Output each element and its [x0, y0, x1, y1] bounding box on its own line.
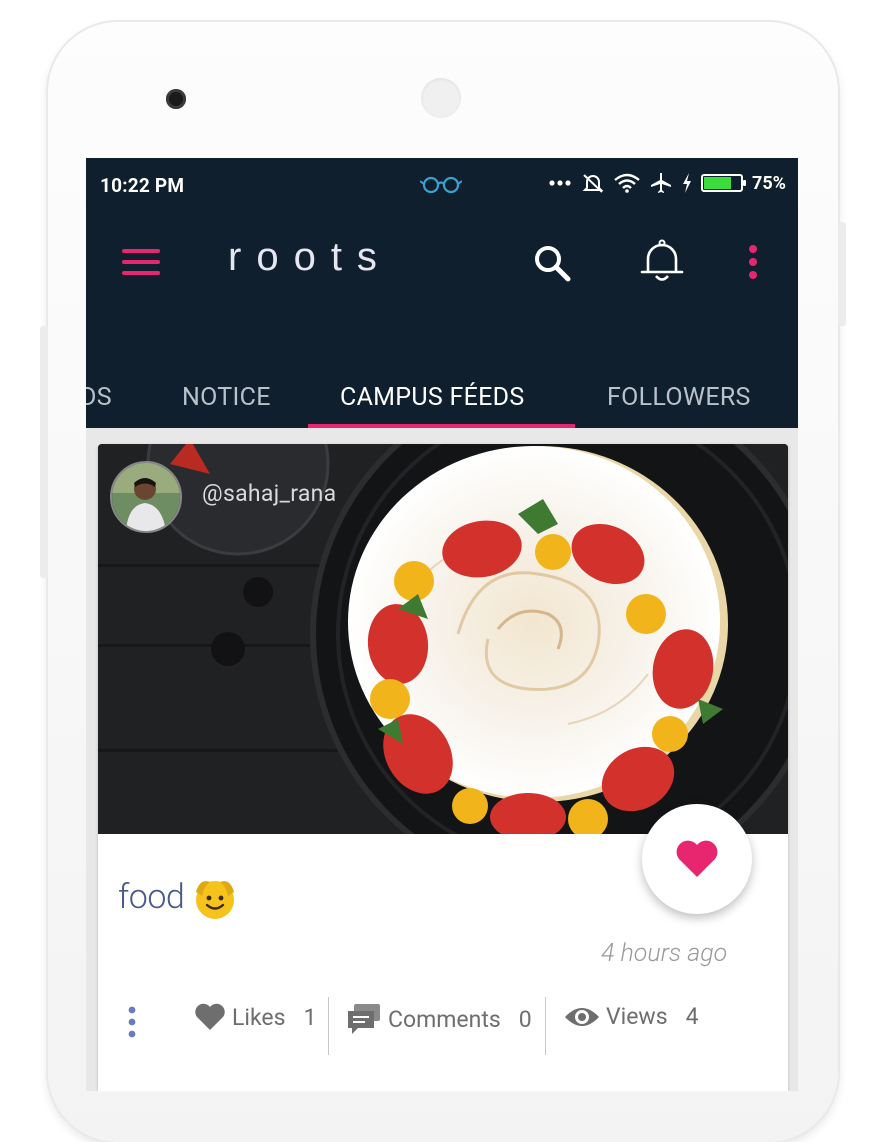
- more-notifications-icon: [549, 180, 571, 186]
- tab-indicator: [308, 424, 575, 428]
- post-caption: food: [118, 877, 185, 917]
- app-title: roots: [228, 235, 392, 279]
- smiley-emoji-icon: [196, 881, 234, 919]
- action-divider: [328, 997, 329, 1055]
- views-count: 4: [685, 1003, 699, 1030]
- battery-fill: [704, 177, 732, 189]
- search-icon[interactable]: [532, 243, 572, 283]
- proximity-sensor: [421, 78, 461, 118]
- power-button: [838, 222, 846, 326]
- status-icons: 75%: [548, 172, 786, 194]
- tab-prev[interactable]: DS: [86, 383, 112, 412]
- glasses-icon: [420, 176, 462, 194]
- likes-action[interactable]: Likes 1: [194, 1003, 316, 1031]
- post-timestamp: 4 hours ago: [601, 939, 728, 968]
- post-username[interactable]: @sahaj_rana: [202, 480, 336, 507]
- heart-icon: [676, 840, 718, 877]
- tab-followers[interactable]: FOLLOWERS: [607, 383, 751, 412]
- app-bar: roots DS NOTICE CAMPUS FÉEDS FOLLOWERS: [86, 213, 798, 428]
- vibrate-off-icon: [582, 174, 604, 193]
- tab-bar: DS NOTICE CAMPUS FÉEDS FOLLOWERS: [86, 353, 798, 428]
- volume-button: [40, 326, 48, 578]
- wifi-icon: [614, 173, 640, 193]
- likes-count: 1: [303, 1003, 317, 1031]
- post-actions: Likes 1 Comments 0 Views 4: [98, 989, 788, 1059]
- comments-label: Comments: [388, 1005, 501, 1033]
- front-camera: [166, 89, 186, 109]
- comments-count: 0: [518, 1005, 532, 1033]
- comments-action[interactable]: Comments 0: [346, 1003, 532, 1035]
- airplane-mode-icon: [651, 173, 672, 193]
- tab-campus-feeds[interactable]: CAMPUS FÉEDS: [340, 383, 525, 412]
- charging-icon: [683, 173, 692, 193]
- comment-icon: [348, 1004, 380, 1034]
- battery-percent: 75%: [752, 172, 786, 194]
- hamburger-menu-icon[interactable]: [122, 247, 162, 279]
- screen: 10:22 PM 75% roots DS NOTICE CAMPUS FÉED…: [86, 158, 798, 1091]
- status-time: 10:22 PM: [100, 174, 185, 197]
- like-button[interactable]: [642, 804, 752, 914]
- status-bar: 10:22 PM 75%: [86, 158, 798, 213]
- avatar[interactable]: [110, 461, 182, 533]
- post-image[interactable]: @sahaj_rana: [98, 444, 788, 834]
- views-action[interactable]: Views 4: [564, 1003, 699, 1030]
- action-divider: [545, 997, 546, 1055]
- bell-icon[interactable]: [640, 239, 684, 285]
- likes-label: Likes: [232, 1003, 286, 1031]
- post-more-vert-icon[interactable]: [126, 1005, 138, 1041]
- post-card: @sahaj_rana food 4 hours ago Likes 1 Com…: [98, 444, 788, 1091]
- more-vert-icon[interactable]: [746, 243, 760, 283]
- heart-outline-icon: [195, 1003, 225, 1030]
- battery-icon: [701, 174, 747, 192]
- views-label: Views: [606, 1003, 668, 1030]
- tab-notice[interactable]: NOTICE: [182, 383, 271, 412]
- eye-icon: [565, 1007, 599, 1026]
